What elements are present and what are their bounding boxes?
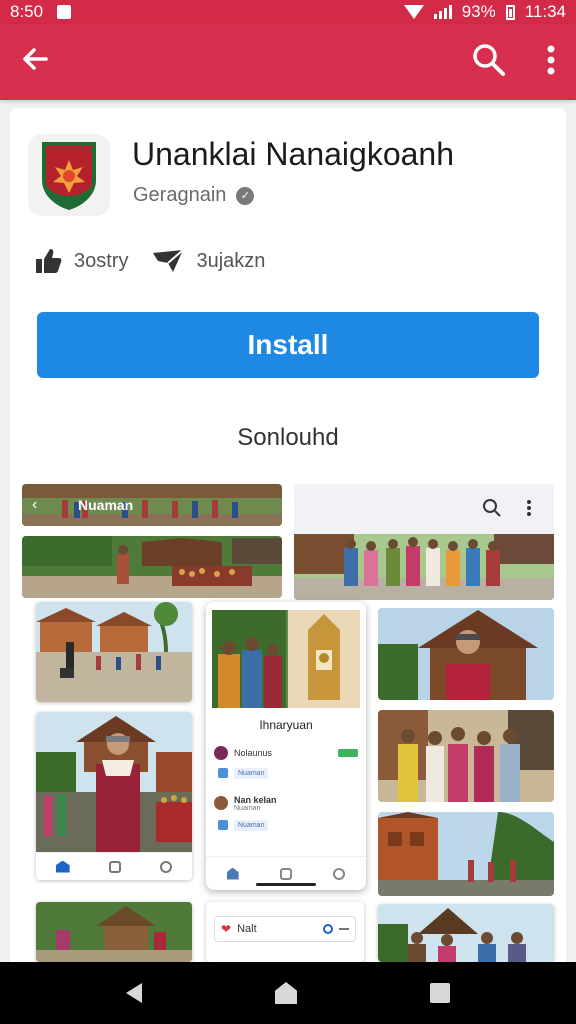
- home-icon[interactable]: [55, 860, 70, 873]
- screenshot-group-photo[interactable]: [378, 710, 554, 802]
- phone-list-item-1-sub: Nuaman: [214, 762, 358, 784]
- screenshot-market[interactable]: [22, 536, 282, 598]
- phone-row2-chip: Nuaman: [234, 819, 269, 831]
- status-time-left: 8:50: [10, 2, 44, 21]
- verified-icon: ✓: [236, 186, 255, 205]
- search-icon[interactable]: [323, 924, 333, 934]
- notification-icon: [57, 5, 72, 19]
- signal-icon: [433, 5, 452, 19]
- search-icon[interactable]: [333, 867, 346, 880]
- phone-title: Ihnaryuan: [259, 718, 313, 732]
- developer-name[interactable]: Geragnain: [133, 184, 226, 207]
- screenshot-bottom-right[interactable]: [378, 904, 554, 962]
- screenshot-phone-mock[interactable]: Ihnaryuan Nolaunus Nuaman Nan kelan Nuam…: [206, 602, 366, 890]
- search-icon[interactable]: [472, 43, 506, 82]
- screenshot-top-right[interactable]: [294, 484, 554, 600]
- phone-row1-label: Nolaunus: [234, 748, 273, 758]
- profile-icon[interactable]: [160, 860, 173, 873]
- thumbs-up-icon: [36, 249, 62, 273]
- meta-row: 3ostry 3ujakzn: [34, 248, 289, 274]
- status-clock: 11:34: [524, 2, 566, 21]
- screenshot-bottom-center[interactable]: ❤ Nalt: [206, 902, 364, 962]
- bottom-card-label: Nalt: [237, 923, 257, 935]
- nav-recents-icon[interactable]: [429, 983, 450, 1003]
- more-vert-icon: [527, 500, 531, 516]
- screenshot-traditional-house[interactable]: [378, 608, 554, 700]
- bag-icon[interactable]: [279, 867, 292, 880]
- install-button[interactable]: Install: [37, 312, 539, 378]
- nav-home-icon[interactable]: [274, 982, 297, 1004]
- nav-back-icon[interactable]: [126, 983, 143, 1003]
- mini-search-bar[interactable]: ❤ Nalt: [214, 916, 356, 942]
- back-icon[interactable]: ‹: [32, 496, 37, 514]
- screenshots-heading: Sonlouhd: [237, 424, 339, 451]
- app-dot-icon: [214, 746, 228, 760]
- developer-row[interactable]: Geragnain ✓: [133, 184, 255, 207]
- heart-icon: ❤: [221, 922, 232, 936]
- phone-row2-title: Nan kelan: [234, 794, 277, 805]
- search-icon: [483, 499, 501, 517]
- more-vert-icon[interactable]: [546, 44, 556, 81]
- shield-logo-icon: [42, 142, 96, 210]
- phone-row2-sub: Nuaman: [234, 804, 261, 812]
- share-stat: 3ujakzn: [152, 249, 265, 273]
- phone-row1-chip: Nuaman: [234, 767, 269, 779]
- home-icon[interactable]: [226, 867, 239, 880]
- tag-icon: [218, 768, 228, 778]
- screenshot-bottom-left[interactable]: [36, 902, 192, 962]
- stat1-label: 3ostry: [74, 249, 129, 272]
- phone-list-item-2[interactable]: Nan kelan Nuaman: [214, 792, 358, 814]
- rating-stat: 3ostry: [34, 248, 128, 274]
- screenshot-top-left[interactable]: ‹ Nuaman: [22, 484, 282, 526]
- screenshot-village[interactable]: [36, 602, 192, 702]
- app-detail-card: Unanklai Nanaigkoanh Geragnain ✓ 3ostry …: [10, 108, 566, 968]
- top-left-label: Nuaman: [78, 497, 134, 513]
- chat-icon[interactable]: [108, 860, 121, 873]
- battery-icon: [505, 4, 515, 20]
- battery-percent: 93%: [461, 2, 496, 21]
- stat2-label: 3ujakzn: [196, 249, 266, 272]
- sort-icon[interactable]: [339, 928, 349, 930]
- phone-list-item-2-sub: Nuaman: [214, 814, 358, 836]
- screenshot-woman-market[interactable]: [36, 712, 192, 880]
- mini-bottom-nav: [36, 852, 192, 880]
- tag-icon: [218, 820, 228, 830]
- screenshot-school[interactable]: [378, 812, 554, 896]
- send-icon: [153, 249, 185, 272]
- system-nav-bar: [0, 962, 576, 1024]
- app-bar: [0, 24, 576, 100]
- home-indicator: [256, 883, 316, 886]
- app-icon: [28, 134, 110, 216]
- app-title: Unanklai Nanaigkoanh: [132, 136, 454, 172]
- status-bar: 8:50 93% 11:34: [0, 0, 576, 24]
- avatar: [214, 796, 228, 810]
- wifi-icon: [403, 5, 424, 19]
- arrow-left-icon[interactable]: [20, 44, 60, 80]
- phone-list-item-1[interactable]: Nolaunus: [214, 742, 358, 764]
- status-pill: [338, 749, 358, 757]
